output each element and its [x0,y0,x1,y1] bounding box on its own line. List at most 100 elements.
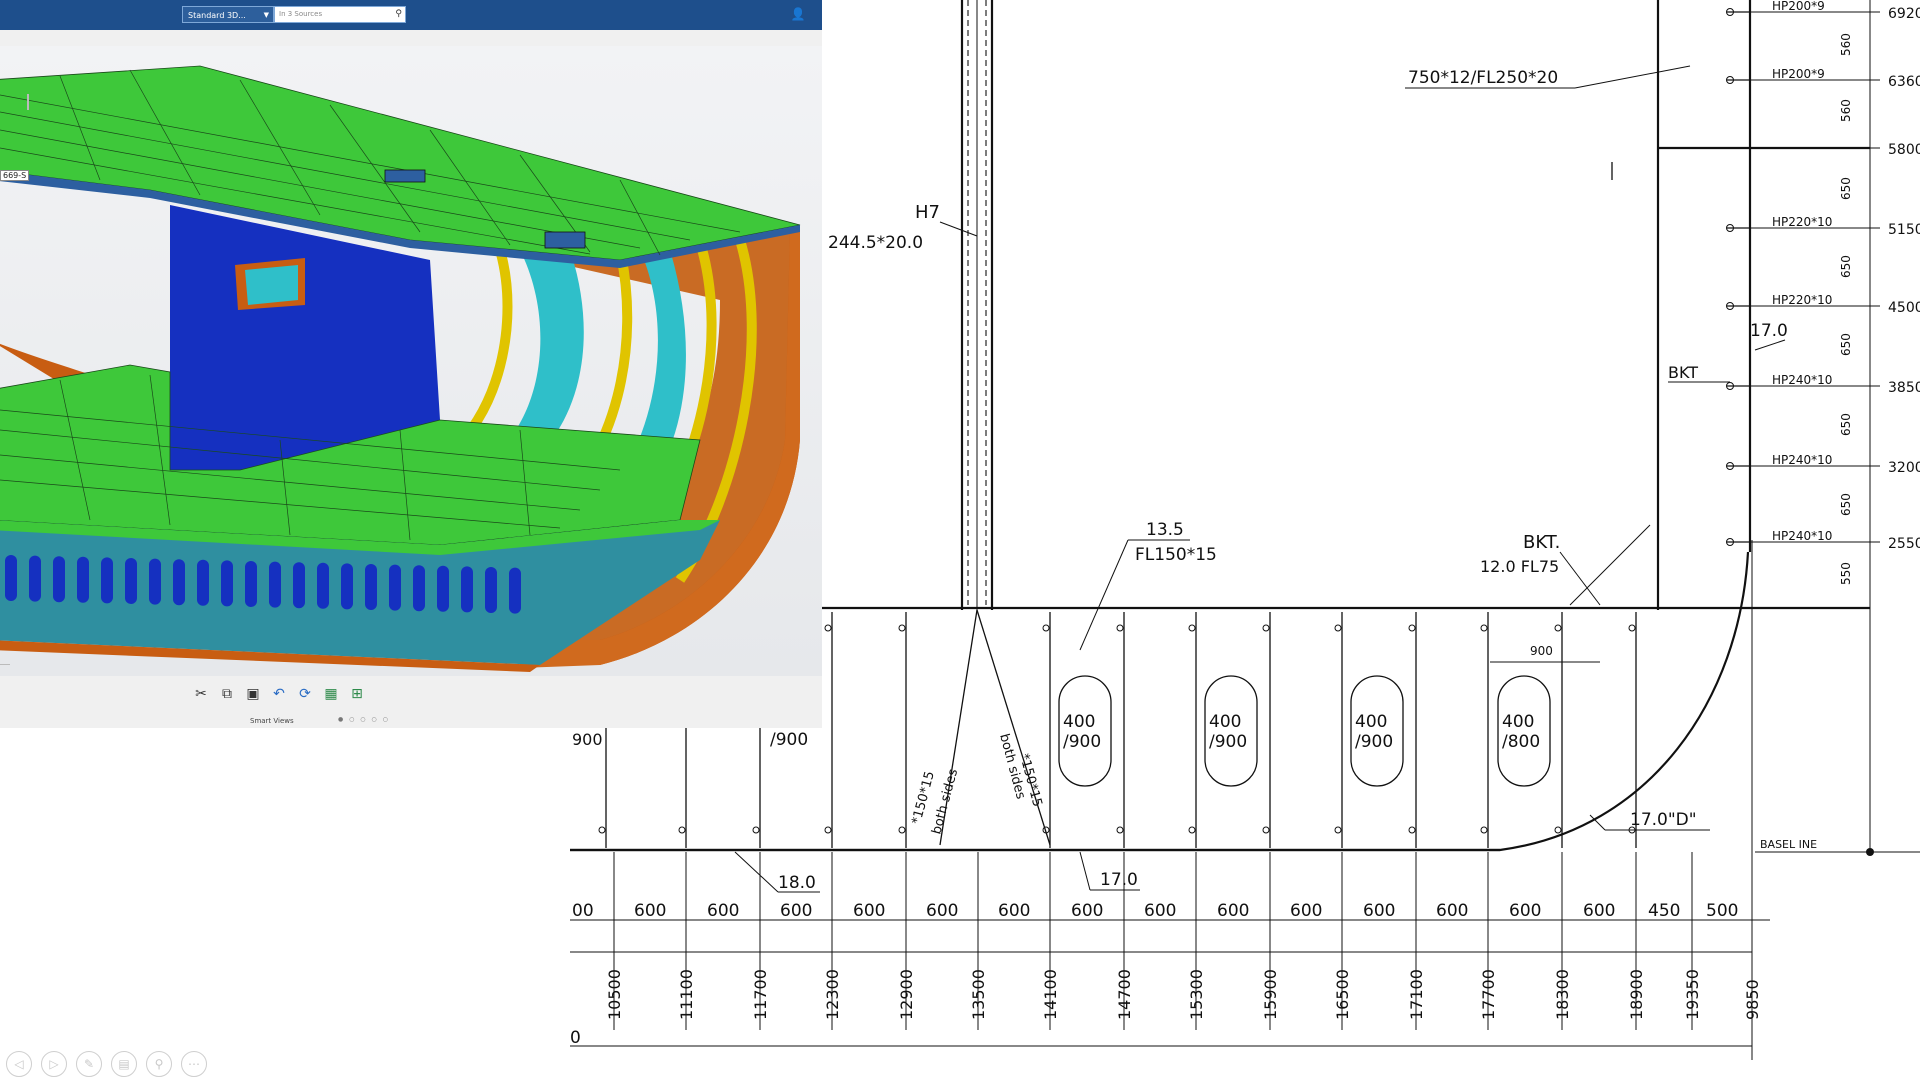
vertical-spacing: 650 [1839,493,1853,516]
stiffener-end [1554,826,1562,834]
girder-hole [317,562,329,609]
user-icon[interactable]: 👤 [790,6,806,23]
opening-size-top: 400 [1209,712,1241,732]
stiffener-end [1188,624,1196,632]
stiffener-end [1116,826,1124,834]
undo-icon[interactable]: ↶ [268,683,290,705]
paste-icon[interactable]: ▣ [242,683,264,705]
reframe-icon[interactable]: ⊞ [346,683,368,705]
opening-size-top: 400 [1502,712,1534,732]
vertical-spacing: 650 [1839,333,1853,356]
h7-web [960,0,994,610]
next-icon[interactable]: ▷ [41,1051,67,1077]
girder-hole [197,559,209,606]
view-combo[interactable]: Standard 3D... ▼ [182,6,274,23]
frame-elevations: 6920 6360 5800 5150 4500 3850 3200 2550 [1750,6,1920,552]
frame-position: 15300 [1187,969,1206,1020]
bkt-thickness: 17.0 [1750,321,1788,341]
part-label: 669-S [0,170,30,181]
stiffener-end [1554,624,1562,632]
cad-toolbar: ✂ ⧉ ▣ ↶ ⟳ ▦ ⊞ [190,682,368,706]
stiffener-end [898,826,906,834]
stiffener-label: HP240*10 [1772,373,1832,387]
bottom-spacing: 450 [1648,901,1680,921]
opening-size-top: 400 [1355,712,1387,732]
girder-hole [269,561,281,608]
plate-spec-label: 750*12/FL250*20 [1408,68,1558,88]
prev-icon[interactable]: ◁ [6,1051,32,1077]
zoom-icon[interactable]: ⚲ [146,1051,172,1077]
stiffener-end [1480,624,1488,632]
bottom-spacing: 600 [780,901,812,921]
stiffener-end [1188,826,1196,834]
stiffener-label: HP200*9 [1772,0,1825,13]
girder-hole [125,558,137,604]
stiffener-end [1628,624,1636,632]
girder-hole [365,564,377,610]
stiffener-end [1042,624,1050,632]
frame-positions: 10500 11100 11700 12300 12900 13500 14100 14700… [605,969,1762,1020]
stiffener-end [752,826,760,834]
stiffener-end [898,624,906,632]
stiffener-label: HP240*10 [1772,453,1832,467]
update-icon[interactable]: ⟳ [294,683,316,705]
frame-position: 15900 [1261,969,1280,1020]
spacing-900: 900 [1530,644,1553,658]
more-icon[interactable]: ⋯ [181,1051,207,1077]
stiffener-end [1262,624,1270,632]
pen-icon[interactable]: ✎ [76,1051,102,1077]
bottom-spacing: 600 [634,901,666,921]
search-input[interactable]: In 3 Sources ⚲ [274,6,406,23]
frame-position: 14700 [1115,969,1134,1020]
frame-position: 14100 [1041,969,1060,1020]
vertical-spacing: 550 [1839,562,1853,585]
frame-position: 11100 [677,969,696,1020]
bkt2-spec: 12.0 FL75 [1480,557,1559,576]
frame-position: 17100 [1407,969,1426,1020]
bottom-spacing: 600 [1071,901,1103,921]
3d-viewport[interactable]: 669-S [0,46,822,676]
bottom-total-partial: 0 [570,1028,581,1048]
girder-hole [221,560,233,607]
frame-position: 19350 [1683,969,1702,1020]
bottom-spacing: 600 [1217,901,1249,921]
page-dots[interactable]: ● ○ ○ ○ ○ [338,716,390,723]
frame-elevation: 2550 [1888,536,1920,552]
frame-position: 13500 [969,969,988,1020]
frame-elevation: 3850 [1888,380,1920,396]
frame-position: 9850 [1743,979,1762,1020]
bottom-spacing: 600 [1363,901,1395,921]
view-icon[interactable]: ▦ [320,683,342,705]
frame-position: 18900 [1627,969,1646,1020]
copy-icon[interactable]: ⧉ [216,683,238,705]
fl150-label: FL150*15 [1135,545,1217,565]
bkt-label: BKT [1668,363,1698,382]
girder-hole [5,555,17,601]
girder-hole [101,557,113,604]
stiffener-end [1480,826,1488,834]
bottom-spacing: 600 [1583,901,1615,921]
stiffener-end [1334,826,1342,834]
opening-size-top: 400 [1063,712,1095,732]
frame-elevation: 4500 [1888,300,1920,316]
vertical-spacing: 560 [1839,99,1853,122]
cad-title-bar: Standard 3D... ▼ In 3 Sources ⚲ 👤 [0,0,822,30]
slides-icon[interactable]: ▤ [111,1051,137,1077]
vertical-spacing: 650 [1839,177,1853,200]
girder-hole [461,566,473,613]
cut-icon[interactable]: ✂ [190,683,212,705]
opening-size-bottom: /800 [1502,732,1540,752]
search-icon[interactable]: ⚲ [395,7,402,22]
girder-hole [341,563,353,610]
frame-position: 12300 [823,969,842,1020]
girder-hole [29,555,41,602]
frame-position: 16500 [1333,969,1352,1020]
bottom-spacing: 600 [926,901,958,921]
girder-hole [389,564,401,611]
lightening-holes: 400/900400/900400/900400/800 [1058,675,1551,787]
girder-hole [149,558,161,605]
h7-label: H7 [915,202,940,223]
h7-size: 244.5*20.0 [828,233,923,253]
slide-nav: ◁ ▷ ✎ ▤ ⚲ ⋯ [6,1051,207,1077]
frame-elevation: 5800 [1888,142,1920,158]
